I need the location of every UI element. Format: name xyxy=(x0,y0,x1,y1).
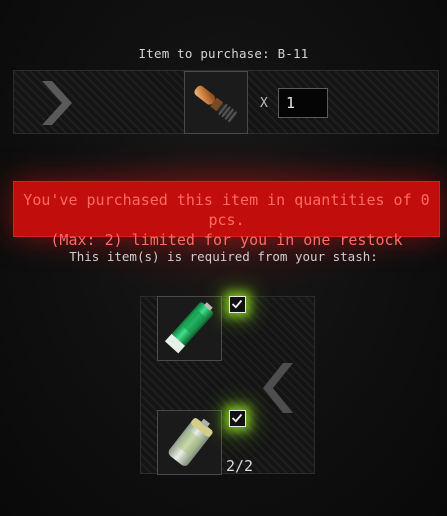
required-item-slot-2[interactable] xyxy=(157,410,222,475)
required-item-1-checkbox[interactable] xyxy=(229,296,246,313)
required-items-panel: 2/2 xyxy=(140,296,315,475)
chevron-left-icon[interactable] xyxy=(259,361,299,415)
purchase-limit-warning: You've purchased this item in quantities… xyxy=(13,181,440,249)
required-items-label: This item(s) is required from your stash… xyxy=(69,249,378,264)
check-icon xyxy=(231,299,243,309)
warning-line-2: (Max: 2) limited for you in one restock xyxy=(50,231,403,249)
green-battery-icon xyxy=(164,302,214,354)
check-icon xyxy=(231,413,243,423)
required-item-2-checkbox[interactable] xyxy=(229,410,246,427)
warning-line-1: You've purchased this item in quantities… xyxy=(23,191,430,229)
required-item-slot-1[interactable] xyxy=(157,296,222,361)
purchase-title: Item to purchase: B-11 xyxy=(138,46,309,61)
b-11-cartridge-icon xyxy=(194,85,238,123)
required-items-count: 2/2 xyxy=(226,457,254,475)
quantity-input[interactable] xyxy=(278,88,328,118)
purchase-item-bar: X xyxy=(13,70,439,134)
white-battery-icon xyxy=(168,418,213,466)
multiply-sign: X xyxy=(260,96,268,111)
chevron-right-icon[interactable] xyxy=(36,79,82,127)
purchase-item-slot[interactable] xyxy=(184,71,248,134)
